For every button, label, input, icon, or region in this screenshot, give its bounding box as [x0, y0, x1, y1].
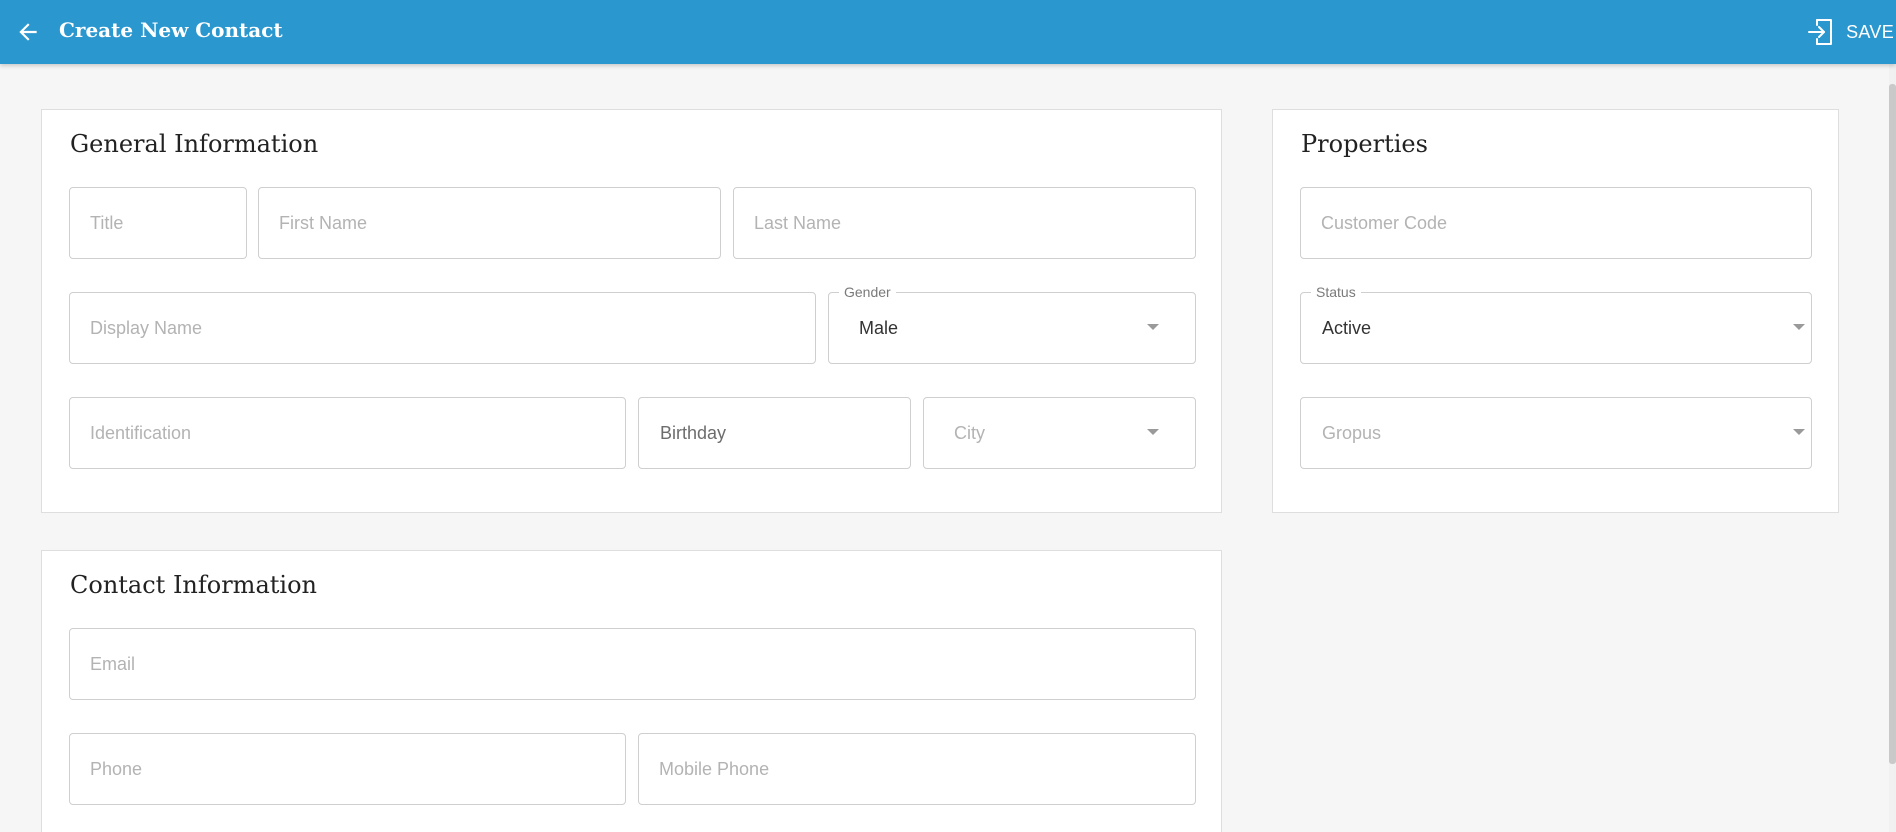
status-select[interactable]: Status Active [1300, 283, 1812, 364]
groups-select[interactable]: Gropus [1300, 397, 1812, 469]
identification-field[interactable] [69, 397, 626, 469]
customer-code-input[interactable] [1301, 188, 1811, 258]
status-value: Active [1322, 318, 1372, 338]
properties-title: Properties [1301, 130, 1428, 158]
customer-code-field[interactable] [1300, 187, 1812, 259]
top-app-bar: Create New Contact SAVE [0, 0, 1896, 64]
back-button[interactable] [10, 14, 46, 50]
sign-in-icon [1804, 15, 1838, 49]
mobile-phone-input[interactable] [639, 734, 1195, 804]
scrollbar-thumb[interactable] [1889, 84, 1896, 764]
chevron-down-icon [1793, 429, 1805, 435]
birthday-field[interactable]: Birthday [638, 397, 911, 469]
display-name-input[interactable] [70, 293, 815, 363]
phone-input[interactable] [70, 734, 625, 804]
contact-information-title: Contact Information [70, 571, 317, 599]
first-name-field[interactable] [258, 187, 721, 259]
arrow-left-icon [19, 23, 37, 41]
create-contact-page: Create New Contact SAVE General Informat… [0, 0, 1896, 832]
general-information-title: General Information [70, 130, 319, 158]
city-placeholder: City [954, 423, 985, 443]
chevron-down-icon [1147, 429, 1159, 435]
groups-placeholder: Gropus [1322, 423, 1382, 443]
identification-input[interactable] [70, 398, 625, 468]
gender-select[interactable]: Gender Male [828, 283, 1196, 364]
display-name-field[interactable] [69, 292, 816, 364]
email-input[interactable] [70, 629, 1195, 699]
phone-field[interactable] [69, 733, 626, 805]
last-name-field[interactable] [733, 187, 1196, 259]
general-information-card: General Information Gender Male Birthday… [41, 109, 1222, 513]
save-button[interactable]: SAVE [1804, 12, 1896, 52]
birthday-value: Birthday [660, 423, 727, 443]
mobile-phone-field[interactable] [638, 733, 1196, 805]
properties-card: Properties Status Active Gropus [1272, 109, 1839, 513]
page-title: Create New Contact [59, 18, 283, 42]
title-field[interactable] [69, 187, 247, 259]
chevron-down-icon [1793, 324, 1805, 330]
contact-information-card: Contact Information [41, 550, 1222, 832]
gender-value: Male [859, 318, 899, 338]
first-name-input[interactable] [259, 188, 720, 258]
title-input[interactable] [70, 188, 246, 258]
vertical-scrollbar[interactable] [1889, 64, 1896, 832]
save-button-label: SAVE [1846, 21, 1894, 42]
city-select[interactable]: City [923, 397, 1196, 469]
chevron-down-icon [1147, 324, 1159, 330]
last-name-input[interactable] [734, 188, 1195, 258]
email-field[interactable] [69, 628, 1196, 700]
